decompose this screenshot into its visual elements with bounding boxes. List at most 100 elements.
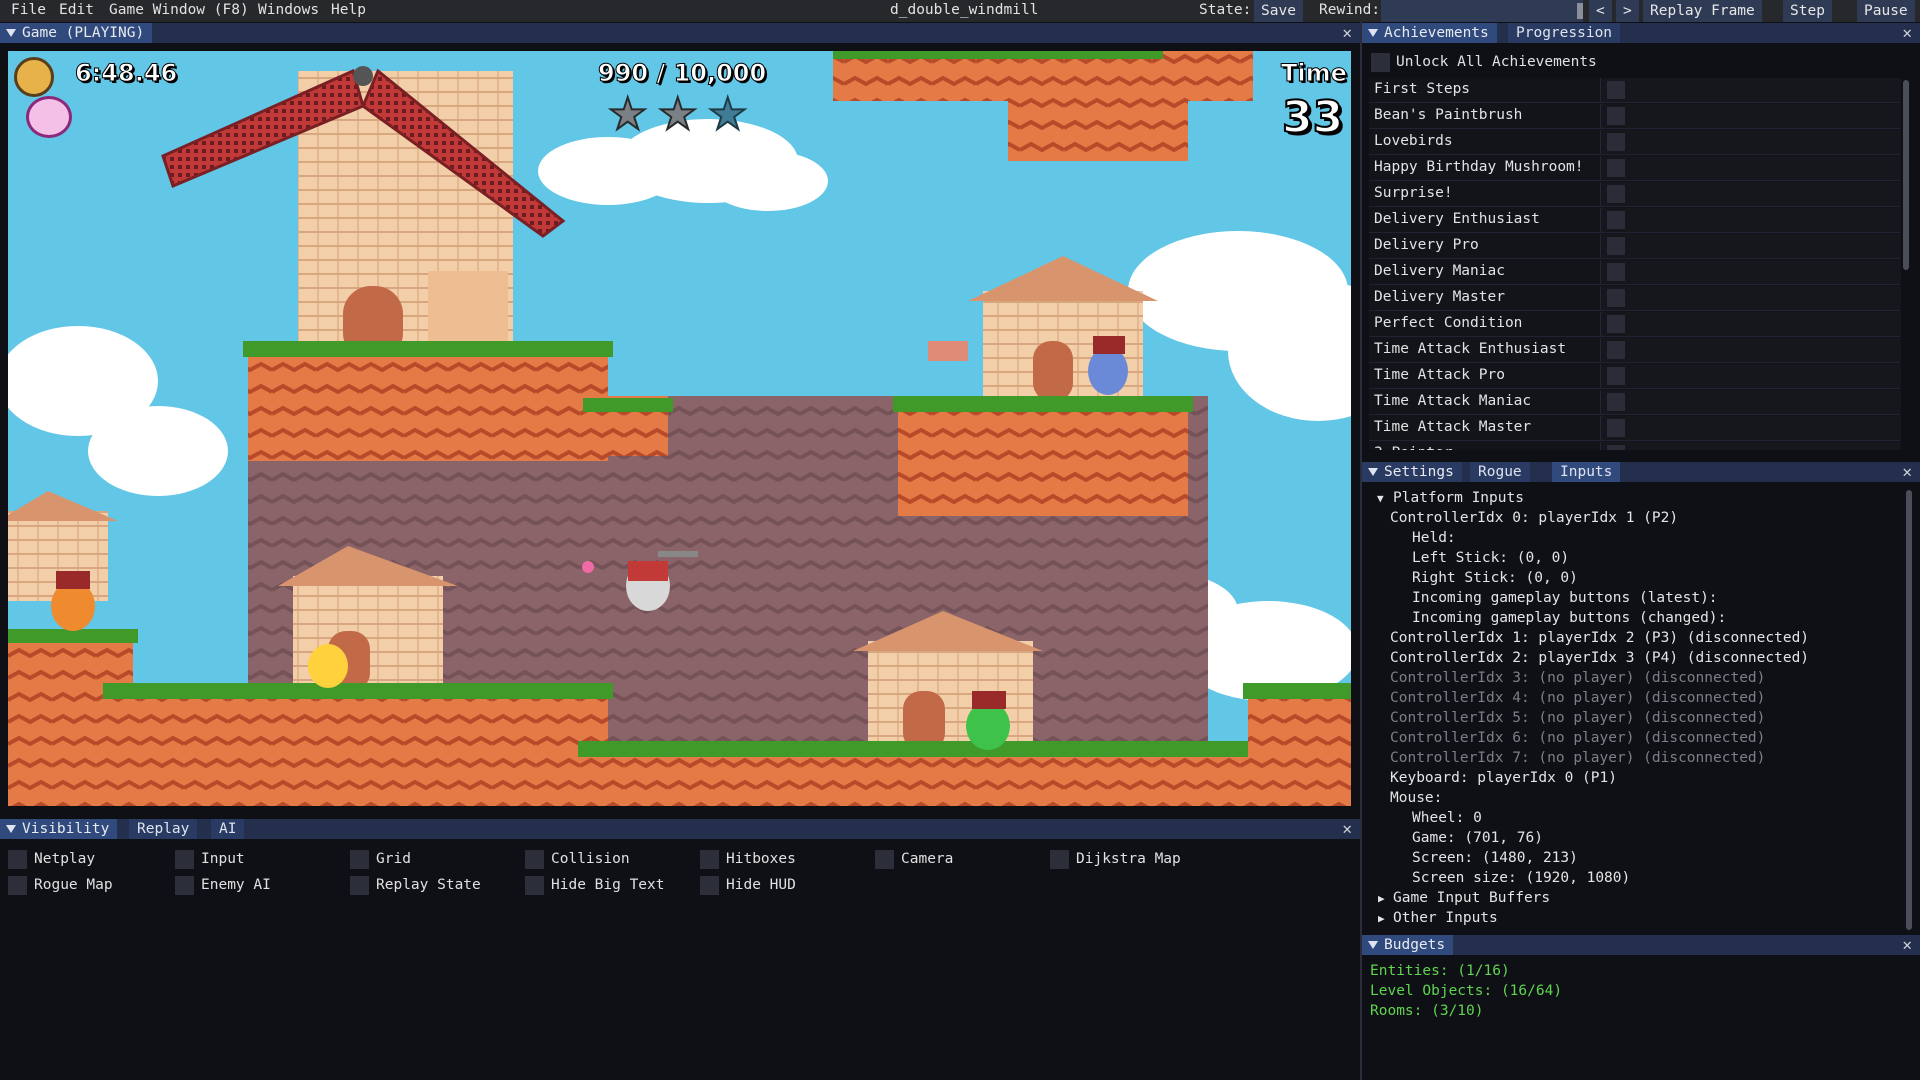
platform-inputs-node[interactable]: Platform Inputs bbox=[1393, 490, 1524, 506]
tab-visibility[interactable]: Visibility bbox=[0, 819, 118, 839]
close-icon[interactable]: ✕ bbox=[1342, 24, 1352, 42]
achievement-value-cell bbox=[1600, 286, 1901, 310]
incoming-changed: Incoming gameplay buttons (changed): bbox=[1412, 610, 1727, 626]
achievement-checkbox[interactable] bbox=[1607, 81, 1625, 99]
rewind-slider-handle[interactable] bbox=[1577, 3, 1583, 19]
star-icon: ★ bbox=[607, 89, 648, 140]
hitboxes-checkbox[interactable] bbox=[700, 850, 719, 869]
dijkstra-map-checkbox[interactable] bbox=[1050, 850, 1069, 869]
menu-windows[interactable]: Windows bbox=[258, 2, 319, 18]
achievement-value-cell bbox=[1600, 182, 1901, 206]
collapse-triangle-icon[interactable] bbox=[1368, 468, 1378, 476]
tree-collapsed-icon[interactable]: ▶ bbox=[1378, 912, 1385, 925]
other-inputs-node[interactable]: Other Inputs bbox=[1393, 910, 1498, 926]
tab-settings[interactable]: Settings bbox=[1362, 462, 1462, 482]
mouse-game: Game: (701, 76) bbox=[1412, 830, 1543, 846]
stopwatch-icon bbox=[14, 57, 54, 97]
rewind-slider[interactable] bbox=[1381, 0, 1583, 22]
collapse-triangle-icon[interactable] bbox=[6, 29, 16, 37]
achievement-checkbox[interactable] bbox=[1607, 185, 1625, 203]
tab-progression[interactable]: Progression bbox=[1508, 23, 1621, 43]
camera-checkbox[interactable] bbox=[875, 850, 894, 869]
controller-7: ControllerIdx 7: (no player) (disconnect… bbox=[1390, 750, 1766, 766]
achievement-row: Time Attack Enthusiast bbox=[1369, 338, 1901, 363]
platform-right-edge-grass bbox=[1243, 683, 1351, 699]
mouse-screen-size: Screen size: (1920, 1080) bbox=[1412, 870, 1631, 886]
tab-achievements-label: Achievements bbox=[1384, 25, 1489, 41]
save-button[interactable]: Save bbox=[1254, 0, 1303, 22]
state-label: State: bbox=[1199, 2, 1252, 18]
achievement-checkbox[interactable] bbox=[1607, 263, 1625, 281]
rogue-map-checkbox[interactable] bbox=[8, 876, 27, 895]
achievement-value-cell bbox=[1600, 312, 1901, 336]
hide-hud-checkbox[interactable] bbox=[700, 876, 719, 895]
gift-icon bbox=[26, 96, 72, 138]
game-viewport[interactable]: 6:48.46 990 / 10,000 ★ ★ ★ Time 33 bbox=[8, 51, 1351, 806]
achievement-name: Delivery Master bbox=[1374, 289, 1505, 305]
achievements-scrollbar[interactable] bbox=[1903, 80, 1909, 270]
game-input-buffers-node[interactable]: Game Input Buffers bbox=[1393, 890, 1550, 906]
collapse-triangle-icon[interactable] bbox=[1368, 941, 1378, 949]
achievement-checkbox[interactable] bbox=[1607, 367, 1625, 385]
achievement-checkbox[interactable] bbox=[1607, 341, 1625, 359]
grid-checkbox[interactable] bbox=[350, 850, 369, 869]
close-icon[interactable]: ✕ bbox=[1902, 24, 1912, 42]
inputs-scrollbar[interactable] bbox=[1906, 490, 1912, 930]
menu-edit[interactable]: Edit bbox=[59, 2, 94, 18]
achievement-checkbox[interactable] bbox=[1607, 445, 1625, 450]
tree-expanded-icon[interactable]: ▼ bbox=[1377, 492, 1384, 505]
menu-help[interactable]: Help bbox=[331, 2, 366, 18]
achievement-name: Time Attack Enthusiast bbox=[1374, 341, 1567, 357]
close-icon[interactable]: ✕ bbox=[1902, 463, 1912, 481]
replay-state-checkbox[interactable] bbox=[350, 876, 369, 895]
menu-file[interactable]: File bbox=[11, 2, 46, 18]
input-checkbox[interactable] bbox=[175, 850, 194, 869]
achievement-checkbox[interactable] bbox=[1607, 159, 1625, 177]
unlock-all-checkbox[interactable] bbox=[1371, 53, 1390, 72]
replay-frame-button[interactable]: Replay Frame bbox=[1643, 0, 1762, 22]
hide-big-text-checkbox[interactable] bbox=[525, 876, 544, 895]
yellow-chick bbox=[308, 644, 348, 688]
platform-lower-left-grass bbox=[103, 683, 613, 699]
rewind-next-button[interactable]: > bbox=[1616, 0, 1639, 22]
collapse-triangle-icon[interactable] bbox=[1368, 29, 1378, 37]
achievement-checkbox[interactable] bbox=[1607, 419, 1625, 437]
tab-achievements[interactable]: Achievements bbox=[1362, 23, 1497, 43]
achievement-checkbox[interactable] bbox=[1607, 133, 1625, 151]
netplay-checkbox[interactable] bbox=[8, 850, 27, 869]
achievement-checkbox[interactable] bbox=[1607, 289, 1625, 307]
achievement-checkbox[interactable] bbox=[1607, 237, 1625, 255]
menu-game-window[interactable]: Game Window (F8) bbox=[109, 2, 249, 18]
close-icon[interactable]: ✕ bbox=[1342, 820, 1352, 838]
step-button[interactable]: Step bbox=[1783, 0, 1832, 22]
achievement-row: Time Attack Master bbox=[1369, 416, 1901, 441]
tab-rogue[interactable]: Rogue bbox=[1470, 462, 1530, 482]
blue-bird bbox=[1088, 336, 1128, 395]
achievement-checkbox[interactable] bbox=[1607, 107, 1625, 125]
collapse-triangle-icon[interactable] bbox=[6, 825, 16, 833]
achievement-checkbox[interactable] bbox=[1607, 393, 1625, 411]
panel-divider[interactable] bbox=[1360, 22, 1362, 1080]
pause-button[interactable]: Pause bbox=[1857, 0, 1915, 22]
tab-budgets-label: Budgets bbox=[1384, 937, 1446, 953]
tab-replay[interactable]: Replay bbox=[129, 819, 198, 839]
collision-checkbox[interactable] bbox=[525, 850, 544, 869]
achievement-checkbox[interactable] bbox=[1607, 315, 1625, 333]
tab-budgets[interactable]: Budgets bbox=[1362, 935, 1454, 955]
enemy-ai-checkbox[interactable] bbox=[175, 876, 194, 895]
tab-ai[interactable]: AI bbox=[211, 819, 245, 839]
platform-lower-left bbox=[108, 691, 608, 806]
achievement-checkbox[interactable] bbox=[1607, 211, 1625, 229]
achievement-row: First Steps bbox=[1369, 78, 1901, 103]
achievement-value-cell bbox=[1600, 260, 1901, 284]
platform-right-edge bbox=[1248, 691, 1351, 806]
rewind-prev-button[interactable]: < bbox=[1589, 0, 1612, 22]
budgets-window-header: Budgets ✕ bbox=[1362, 935, 1920, 955]
close-icon[interactable]: ✕ bbox=[1902, 936, 1912, 954]
tree-collapsed-icon[interactable]: ▶ bbox=[1378, 892, 1385, 905]
achievement-value-cell bbox=[1600, 338, 1901, 362]
replay-state-label: Replay State bbox=[376, 877, 481, 893]
game-window-title: Game (PLAYING) bbox=[22, 25, 145, 41]
game-window-tab[interactable]: Game (PLAYING) bbox=[0, 23, 153, 43]
tab-inputs[interactable]: Inputs bbox=[1552, 462, 1621, 482]
